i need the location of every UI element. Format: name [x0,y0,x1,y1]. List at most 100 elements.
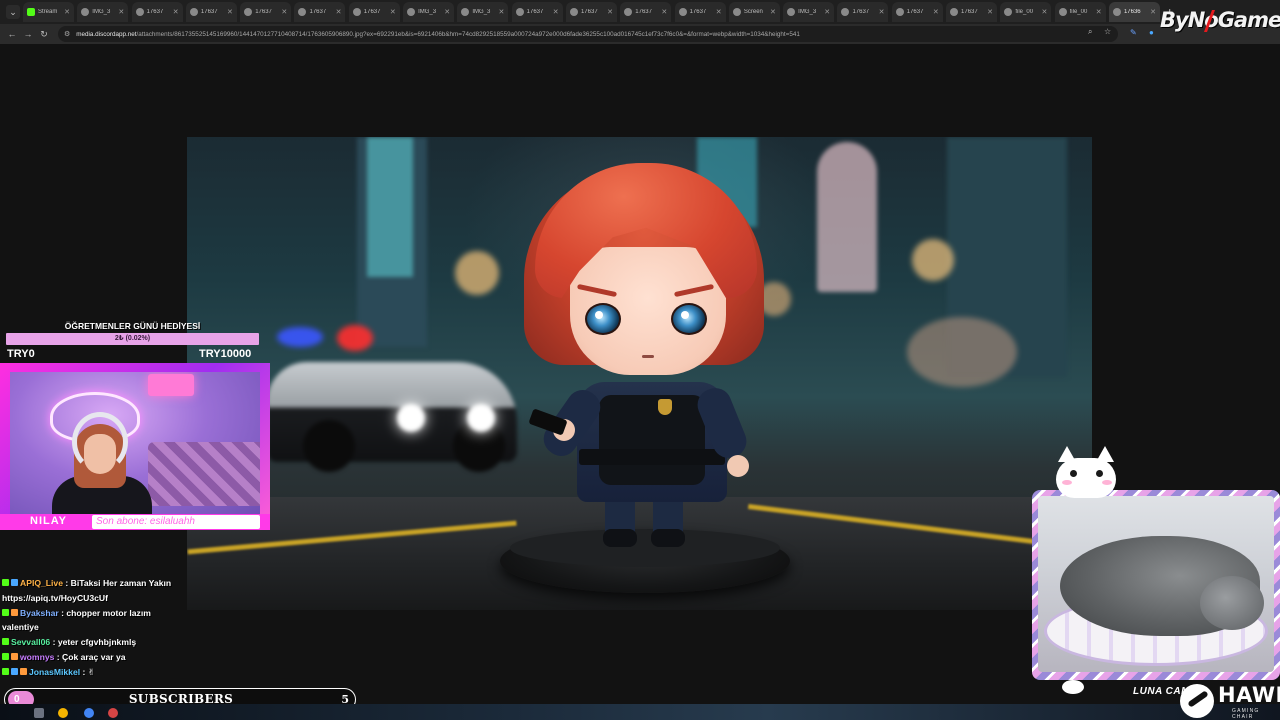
figure-shoe [651,529,685,547]
brand-text: ByNoGame [1160,8,1280,32]
tab-close-icon[interactable]: ✕ [64,8,70,16]
tab-close-icon[interactable]: ✕ [173,8,179,16]
browser-tab[interactable]: IMG_3 ✕ [403,2,455,22]
address-bar[interactable]: ⚙ media.discordapp.net/attachments/86173… [58,26,1118,42]
browser-tab[interactable]: IMG_3 ✕ [77,2,129,22]
tab-label: IMG_3 [418,9,437,15]
sponsor-name: HAWK [1218,683,1280,707]
forward-icon[interactable]: → [20,29,36,39]
pet-cam-feed [1038,496,1274,672]
displayed-image[interactable] [187,137,1092,610]
tab-close-icon[interactable]: ✕ [281,8,287,16]
police-light-red [337,325,373,351]
tab-close-icon[interactable]: ✕ [553,8,559,16]
browser-tab[interactable]: 17637 ✕ [131,2,183,22]
globe-favicon-icon [1004,8,1013,16]
extension-icon-2[interactable]: ● [1149,28,1154,37]
extension-icon[interactable]: ✎ [1130,28,1137,37]
browser-tab[interactable]: IMG_3 ✕ [783,2,835,22]
chat-username[interactable]: Sevvall06 [11,637,50,647]
reload-icon[interactable]: ↻ [36,29,52,40]
file-explorer-icon[interactable] [34,708,44,718]
tab-close-icon[interactable]: ✕ [1041,8,1047,16]
back-icon[interactable]: ← [4,29,20,39]
tab-label: 17637 [852,9,870,15]
globe-favicon-icon [352,8,361,16]
tab-label: 17637 [635,9,652,15]
bokeh-light [907,317,1017,387]
tab-close-icon[interactable]: ✕ [933,8,939,16]
goal-max-label: TRY10000 [199,348,252,360]
tab-close-icon[interactable]: ✕ [499,8,505,16]
browser-tab[interactable]: 17637 ✕ [837,2,889,22]
tab-close-icon[interactable]: ✕ [607,8,613,16]
browser-tab[interactable]: 17637 ✕ [240,2,292,22]
tab-close-icon[interactable]: ✕ [770,8,776,16]
tab-close-icon[interactable]: ✕ [661,8,667,16]
browser-tab[interactable]: 17637 ✕ [946,2,998,22]
obs-icon[interactable] [108,708,118,718]
chat-message: womnys : Çok araç var ya [2,650,182,665]
tab-label: 17637 [526,9,544,15]
bookmark-star-icon[interactable]: ☆ [1104,27,1111,36]
tab-close-icon[interactable]: ✕ [879,8,885,16]
chrome-icon[interactable] [58,708,68,718]
tab-close-icon[interactable]: ✕ [118,8,124,16]
browser-tab[interactable]: file_00 ✕ [1054,2,1106,22]
tab-label: file_00 [1015,9,1034,15]
chat-badge-icon [2,667,9,675]
figure-shoe [603,529,637,547]
globe-favicon-icon [407,8,416,16]
tab-close-icon[interactable]: ✕ [444,8,450,16]
chat-username[interactable]: Byakshar [20,608,59,618]
browser-tab[interactable]: 17636 ✕ [1108,2,1160,22]
chat-username[interactable]: womnys [20,652,54,662]
browser-tab[interactable]: 17637 ✕ [891,2,943,22]
tab-label: 17637 [363,9,381,15]
tab-close-icon[interactable]: ✕ [824,8,830,16]
tab-label: 17637 [689,9,707,15]
chat-badge-icon [11,608,18,616]
chat-message: Byakshar : chopper motor lazım valentiye [2,606,182,636]
tab-search-icon[interactable]: ⌄ [6,5,20,19]
tab-close-icon[interactable]: ✕ [1150,8,1156,16]
tab-label: IMG_3 [798,9,817,15]
tab-label: 17637 [961,9,978,15]
tab-close-icon[interactable]: ✕ [716,8,722,16]
url-text: media.discordapp.net/attachments/8617355… [76,31,1076,38]
chat-message: Sevvall06 : yeter cfgvhbjnkmlş [2,635,182,650]
tab-label: IMG_3 [472,9,491,15]
goal-progress-label: 2₺ (0.02%) [114,335,151,342]
speech-bubble-icon [1062,680,1084,694]
globe-favicon-icon [841,8,850,16]
url-path: /attachments/861735525145169960/14414701… [136,30,800,38]
browser-tab[interactable]: Screen ✕ [728,2,780,22]
chat-username[interactable]: JonasMikkel [29,667,80,677]
browser-tab[interactable]: 17637 ✕ [185,2,237,22]
browser-icon[interactable] [84,708,94,718]
tab-close-icon[interactable]: ✕ [390,8,396,16]
site-info-icon[interactable]: ⚙ [64,30,70,38]
tab-close-icon[interactable]: ✕ [987,8,993,16]
browser-tab[interactable]: 17637 ✕ [294,2,346,22]
browser-tab[interactable]: 17637 ✕ [620,2,672,22]
browser-tab[interactable]: 17637 ✕ [565,2,617,22]
browser-tab[interactable]: IMG_3 ✕ [457,2,509,22]
browser-tab[interactable]: 17637 ✕ [348,2,400,22]
tab-close-icon[interactable]: ✕ [1096,8,1102,16]
stream-scene: ⌄ Stream ✕ IMG_3 ✕ 17637 ✕ 17637 ✕ 17637 ✕ 17637 ✕ 1… [0,0,1280,720]
browser-tab[interactable]: 17637 ✕ [674,2,726,22]
police-car [267,362,517,472]
globe-favicon-icon [461,8,470,16]
tab-close-icon[interactable]: ✕ [227,8,233,16]
browser-tab[interactable]: file_00 ✕ [1000,2,1052,22]
zoom-icon[interactable]: ⌕ [1088,27,1092,37]
chat-username[interactable]: APIQ_Live [20,578,63,588]
cat-mascot-eye [1096,470,1103,477]
browser-tab[interactable]: Stream ✕ [23,2,74,22]
browser-tab[interactable]: 17637 ✕ [511,2,563,22]
neon-sign [817,142,877,292]
globe-favicon-icon [732,8,741,16]
browser-tab-bar: ⌄ Stream ✕ IMG_3 ✕ 17637 ✕ 17637 ✕ 17637 ✕ 17637 ✕ 1… [0,0,1280,24]
tab-close-icon[interactable]: ✕ [336,8,342,16]
